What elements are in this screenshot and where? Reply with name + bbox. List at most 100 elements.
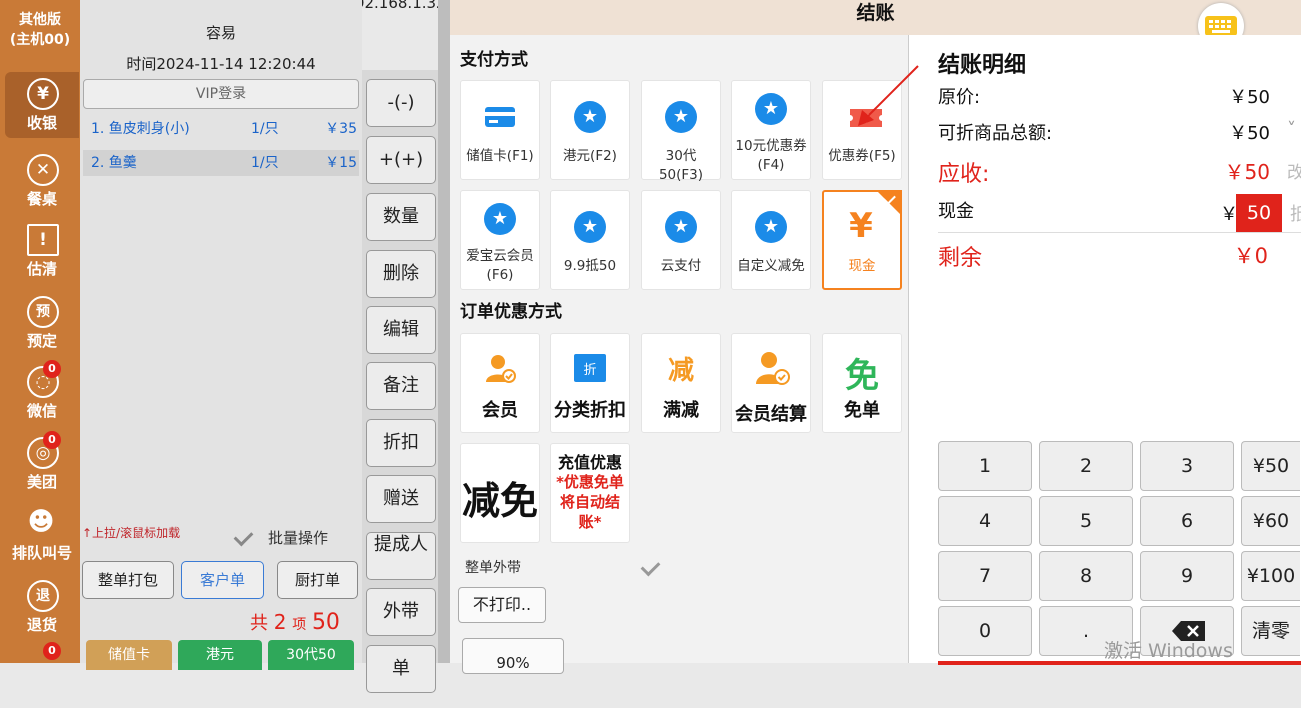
voucher-tab[interactable]: 30代50: [268, 640, 354, 670]
key-4[interactable]: 4: [938, 496, 1032, 546]
payment-30for50[interactable]: ★ 30代50(F3): [641, 80, 721, 183]
payment-custom-reduction[interactable]: ★ 自定义减免: [731, 190, 811, 290]
decrease-button[interactable]: -(-): [366, 79, 436, 127]
sidebar-label: 排队叫号: [11, 544, 72, 562]
payment-9.9for50[interactable]: ★ 9.9抵50: [550, 190, 630, 290]
reduction-button[interactable]: 减免: [460, 443, 540, 543]
return-icon: 退: [27, 580, 59, 612]
print-option-button[interactable]: 不打印..: [458, 587, 546, 623]
checkout-title: 结账: [450, 0, 1301, 35]
card-icon: [484, 101, 516, 133]
sidebar-item-estimate[interactable]: ! 估清: [5, 218, 79, 284]
free-icon: 免: [845, 356, 879, 396]
key-2[interactable]: 2: [1039, 441, 1133, 491]
order-item-selected[interactable]: 2. 鱼羹 1/只 ￥15: [83, 150, 359, 176]
recharge-note: *优惠免单将自动结账*: [556, 473, 624, 531]
discount-member-settle[interactable]: 会员结算: [731, 333, 811, 433]
sidebar-item-reserve[interactable]: 预 预定: [5, 290, 79, 356]
sidebar-item-cashier[interactable]: ¥ 收银: [5, 72, 79, 138]
sidebar-item-tables[interactable]: ✕ 餐桌: [5, 148, 79, 214]
key-7[interactable]: 7: [938, 551, 1032, 601]
payment-aibao-member[interactable]: ★ 爱宝云会员(F6): [460, 190, 540, 290]
item-name: 2. 鱼羹: [91, 155, 137, 171]
customer-slip-button[interactable]: 客户单: [181, 561, 264, 599]
key-1[interactable]: 1: [938, 441, 1032, 491]
star-icon: ★: [665, 211, 697, 243]
payment-cloud-pay[interactable]: ★ 云支付: [641, 190, 721, 290]
item-unit: 1/只: [251, 121, 279, 137]
row-value: ￥50: [1224, 160, 1270, 184]
payment-10yuan-coupon[interactable]: ★ 10元优惠券(F4): [731, 80, 811, 180]
percent-button[interactable]: 90%: [462, 638, 564, 674]
utensils-icon: ✕: [27, 154, 59, 186]
edit-button[interactable]: 编辑: [366, 306, 436, 354]
sidebar-label: 估清: [26, 260, 57, 278]
remaining-row: 剩余 ￥0: [938, 240, 1298, 272]
quantity-button[interactable]: 数量: [366, 193, 436, 241]
payment-label: 30代50(F3): [658, 148, 704, 183]
increase-button[interactable]: +(+): [366, 136, 436, 184]
key-0[interactable]: 0: [938, 606, 1032, 656]
sidebar-item-wechat[interactable]: ◌ 0 微信: [5, 360, 79, 426]
detail-title: 结账明细: [938, 53, 1027, 78]
payment-cash-selected[interactable]: ¥ 现金: [822, 190, 902, 290]
member-settle-icon: [756, 350, 790, 390]
cash-row: 现金 ￥ 50 抵: [938, 194, 1301, 233]
key-9[interactable]: 9: [1140, 551, 1234, 601]
checkout-detail: 结账明细 原价: ￥50 可折商品总额: ￥50 ˅ 应收: ￥50 改 现金 …: [909, 35, 1301, 665]
gift-button[interactable]: 赠送: [366, 475, 436, 523]
sidebar-item-more[interactable]: 0: [5, 642, 79, 708]
discount-button[interactable]: 折扣: [366, 419, 436, 467]
discount-label: 会员结算: [735, 404, 807, 425]
batch-check-icon[interactable]: [233, 526, 254, 547]
payment-label: 储值卡(F1): [466, 148, 534, 164]
chevron-down-icon[interactable]: ˅: [1287, 119, 1296, 140]
vip-login-button[interactable]: VIP登录: [83, 79, 359, 109]
discount-free[interactable]: 免 免单: [822, 333, 902, 433]
recharge-discount-button[interactable]: 充值优惠 *优惠免单将自动结账*: [550, 443, 630, 543]
key-50[interactable]: ¥50: [1241, 441, 1300, 491]
clear-button[interactable]: 清零: [1241, 606, 1300, 656]
delete-button[interactable]: 删除: [366, 250, 436, 298]
payment-hkd[interactable]: ★ 港元(F2): [550, 80, 630, 180]
order-item[interactable]: 1. 鱼皮刺身(小) 1/只 ￥35: [83, 116, 359, 142]
recharge-title: 充值优惠: [557, 453, 622, 472]
sidebar-item-return[interactable]: 退 退货: [5, 574, 79, 640]
pack-order-button[interactable]: 整单打包: [82, 561, 174, 599]
key-3[interactable]: 3: [1140, 441, 1234, 491]
sidebar-item-meituan[interactable]: ◎ 0 美团: [5, 431, 79, 497]
total-unit: 项: [292, 617, 307, 633]
item-unit: 1/只: [251, 155, 279, 171]
meituan-badge: 0: [43, 431, 61, 449]
discount-full-reduction[interactable]: 减 满减: [641, 333, 721, 433]
key-6[interactable]: 6: [1140, 496, 1234, 546]
takeaway-check-icon[interactable]: [640, 556, 661, 577]
cash-amount-input[interactable]: 50: [1236, 194, 1282, 232]
key-8[interactable]: 8: [1039, 551, 1133, 601]
full-reduction-icon: 减: [667, 356, 694, 386]
discount-member[interactable]: 会员: [460, 333, 540, 433]
key-100[interactable]: ¥100: [1241, 551, 1300, 601]
order-total: 共 2 项 50: [250, 609, 340, 635]
item-price: ￥15: [325, 155, 357, 171]
kitchen-print-button[interactable]: 厨打单: [277, 561, 358, 599]
note-button[interactable]: 备注: [366, 362, 436, 410]
star-icon: ★: [755, 211, 787, 243]
payment-stored-card[interactable]: 储值卡(F1): [460, 80, 540, 180]
row-label: 可折商品总额:: [938, 123, 1053, 144]
batch-operation-label[interactable]: 批量操作: [268, 527, 328, 548]
more-action-button[interactable]: 单: [366, 645, 436, 693]
order-discount-title: 订单优惠方式: [460, 302, 562, 322]
stored-card-tab[interactable]: 储值卡: [86, 640, 172, 670]
key-60[interactable]: ¥60: [1241, 496, 1300, 546]
offset-link[interactable]: 抵: [1290, 200, 1301, 226]
modify-link[interactable]: 改: [1287, 158, 1301, 183]
sidebar-item-queue[interactable]: ☻ 排队叫号: [5, 502, 79, 568]
takeaway-button[interactable]: 外带: [366, 588, 436, 636]
key-5[interactable]: 5: [1039, 496, 1133, 546]
payment-label: 优惠券(F5): [828, 148, 896, 164]
discount-category[interactable]: 折 分类折扣: [550, 333, 630, 433]
payment-label: 爱宝云会员(F6): [466, 248, 534, 283]
commission-button[interactable]: 提成人: [366, 532, 436, 580]
hkd-tab[interactable]: 港元: [178, 640, 262, 670]
